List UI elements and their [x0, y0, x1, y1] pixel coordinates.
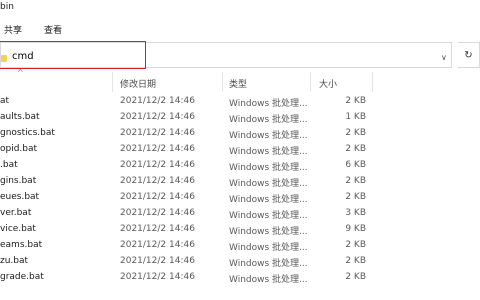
- column-size[interactable]: 大小: [319, 77, 337, 90]
- file-name: vice.bat: [0, 224, 36, 234]
- file-size: 1 KB: [345, 112, 366, 122]
- file-type: Windows 批处理...: [229, 275, 308, 285]
- file-name: gnostics.bat: [0, 128, 55, 138]
- address-row: cmd ∨ ↻: [0, 40, 480, 72]
- file-name: gins.bat: [0, 176, 37, 186]
- column-divider[interactable]: [372, 72, 373, 92]
- file-row[interactable]: opid.bat 2021/12/2 14:46 Windows 批处理... …: [0, 142, 480, 158]
- file-type: Windows 批处理...: [229, 243, 308, 253]
- refresh-icon[interactable]: ↻: [458, 42, 480, 68]
- file-size: 9 KB: [345, 224, 366, 234]
- file-row[interactable]: gnostics.bat 2021/12/2 14:46 Windows 批处理…: [0, 126, 480, 142]
- file-modified: 2021/12/2 14:46: [120, 224, 195, 234]
- file-size: 2 KB: [345, 144, 366, 154]
- file-modified: 2021/12/2 14:46: [120, 128, 195, 138]
- file-name: eams.bat: [0, 240, 43, 250]
- file-name: aults.bat: [0, 112, 40, 122]
- file-row[interactable]: eams.bat 2021/12/2 14:46 Windows 批处理... …: [0, 238, 480, 254]
- file-name: ver.bat: [0, 208, 32, 218]
- file-size: 2 KB: [345, 128, 366, 138]
- column-divider[interactable]: [310, 72, 311, 92]
- file-type: Windows 批处理...: [229, 131, 308, 141]
- column-divider[interactable]: [112, 72, 113, 92]
- file-modified: 2021/12/2 14:46: [120, 256, 195, 266]
- file-name: at: [0, 96, 10, 106]
- file-row[interactable]: grade.bat 2021/12/2 14:46 Windows 批处理...…: [0, 270, 480, 286]
- column-header: ^ 修改日期 类型 大小: [0, 68, 480, 92]
- file-row[interactable]: aults.bat 2021/12/2 14:46 Windows 批处理...…: [0, 110, 480, 126]
- file-size: 2 KB: [345, 272, 366, 282]
- file-type: Windows 批处理...: [229, 259, 308, 269]
- title-bar: bin: [0, 0, 480, 16]
- tab-share[interactable]: 共享: [4, 23, 22, 36]
- file-size: 3 KB: [345, 208, 366, 218]
- file-modified: 2021/12/2 14:46: [120, 176, 195, 186]
- file-modified: 2021/12/2 14:46: [120, 192, 195, 202]
- file-modified: 2021/12/2 14:46: [120, 208, 195, 218]
- file-row[interactable]: .bat 2021/12/2 14:46 Windows 批处理... 6 KB: [0, 158, 480, 174]
- file-type: Windows 批处理...: [229, 163, 308, 173]
- file-type: Windows 批处理...: [229, 115, 308, 125]
- file-name: .bat: [0, 160, 18, 170]
- column-modified[interactable]: 修改日期: [120, 77, 156, 90]
- chevron-down-icon[interactable]: ∨: [441, 53, 447, 62]
- file-row[interactable]: at 2021/12/2 14:46 Windows 批处理... 2 KB: [0, 94, 480, 110]
- file-row[interactable]: vice.bat 2021/12/2 14:46 Windows 批处理... …: [0, 222, 480, 238]
- file-name: eues.bat: [0, 192, 40, 202]
- file-type: Windows 批处理...: [229, 227, 308, 237]
- file-row[interactable]: eues.bat 2021/12/2 14:46 Windows 批处理... …: [0, 190, 480, 206]
- file-row[interactable]: gins.bat 2021/12/2 14:46 Windows 批处理... …: [0, 174, 480, 190]
- file-type: Windows 批处理...: [229, 147, 308, 157]
- file-modified: 2021/12/2 14:46: [120, 160, 195, 170]
- file-size: 2 KB: [345, 240, 366, 250]
- file-row[interactable]: zu.bat 2021/12/2 14:46 Windows 批处理... 2 …: [0, 254, 480, 270]
- ribbon-tabs: 共享 查看: [0, 16, 480, 41]
- file-size: 2 KB: [345, 256, 366, 266]
- file-size: 2 KB: [345, 96, 366, 106]
- file-size: 2 KB: [345, 192, 366, 202]
- highlight-box: [0, 41, 146, 69]
- column-divider[interactable]: [222, 72, 223, 92]
- file-name: grade.bat: [0, 272, 44, 282]
- file-type: Windows 批处理...: [229, 211, 308, 221]
- column-type[interactable]: 类型: [229, 77, 247, 90]
- file-modified: 2021/12/2 14:46: [120, 112, 195, 122]
- file-modified: 2021/12/2 14:46: [120, 272, 195, 282]
- file-modified: 2021/12/2 14:46: [120, 240, 195, 250]
- file-type: Windows 批处理...: [229, 99, 308, 109]
- sort-arrow-icon: ^: [17, 68, 24, 77]
- file-modified: 2021/12/2 14:46: [120, 96, 195, 106]
- file-name: zu.bat: [0, 256, 29, 266]
- file-type: Windows 批处理...: [229, 195, 308, 205]
- window-title: bin: [0, 2, 14, 12]
- file-modified: 2021/12/2 14:46: [120, 144, 195, 154]
- file-row[interactable]: ver.bat 2021/12/2 14:46 Windows 批处理... 3…: [0, 206, 480, 222]
- file-name: opid.bat: [0, 144, 38, 154]
- file-size: 6 KB: [345, 160, 366, 170]
- tab-view[interactable]: 查看: [44, 23, 62, 36]
- file-list: at 2021/12/2 14:46 Windows 批处理... 2 KB a…: [0, 94, 480, 286]
- file-type: Windows 批处理...: [229, 179, 308, 189]
- file-size: 2 KB: [345, 176, 366, 186]
